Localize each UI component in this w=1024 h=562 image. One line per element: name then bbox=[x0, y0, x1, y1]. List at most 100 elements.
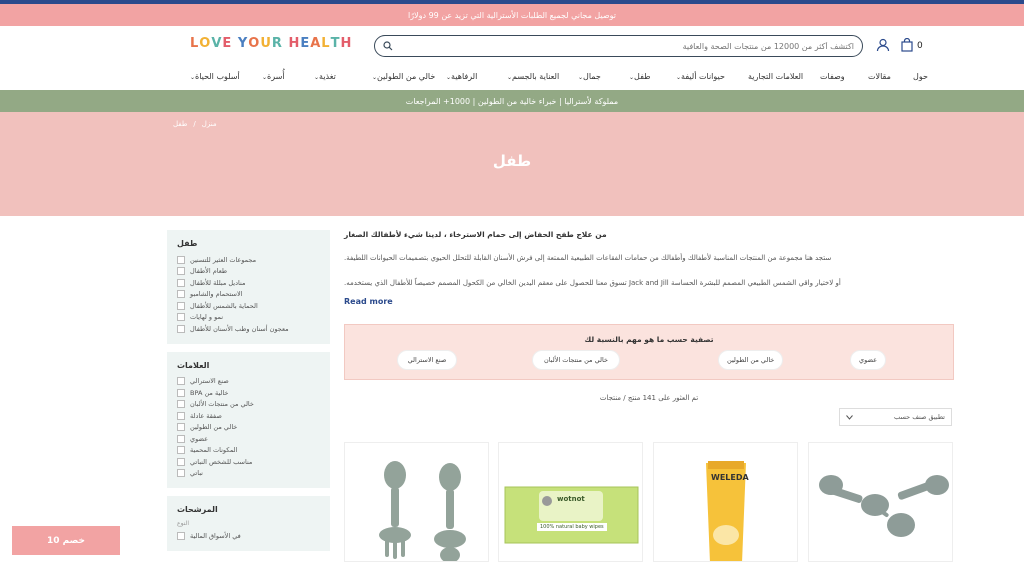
filter-option[interactable]: BPA خالية من bbox=[177, 387, 320, 399]
search-bar[interactable] bbox=[374, 35, 863, 57]
nav-item-label: أسلوب الحياة bbox=[195, 72, 240, 81]
filter-option[interactable]: الاستحمام والشامبو bbox=[177, 289, 320, 301]
filter-option[interactable]: معجون أسنان وطب الأسنان للأطفال bbox=[177, 323, 320, 335]
categories-list: مجموعات العثير للتسنين طعام الأطفال مناديل… bbox=[177, 254, 320, 335]
filter-chip[interactable]: عضوي bbox=[850, 350, 886, 370]
nav-item-label: تغذية bbox=[319, 72, 336, 81]
checkbox[interactable] bbox=[177, 301, 185, 310]
checkbox[interactable] bbox=[177, 469, 185, 478]
filter-option-label: صنع الاسترالي bbox=[190, 377, 229, 386]
filter-option[interactable]: الحماية بالشمس للأطفال bbox=[177, 300, 320, 312]
nav-item[interactable]: ⌄حيوانات أليفة bbox=[676, 72, 725, 81]
filter-option[interactable]: مناسب للشخص النباتي bbox=[177, 456, 320, 468]
nav-item[interactable]: ⌄العناية بالجسم bbox=[507, 72, 559, 81]
checkbox[interactable] bbox=[177, 324, 185, 333]
sort-select[interactable]: تطبيق صنف حسب bbox=[839, 408, 952, 426]
checkbox[interactable] bbox=[177, 278, 185, 287]
filter-option[interactable]: صفقة عادلة bbox=[177, 410, 320, 422]
user-icon[interactable] bbox=[876, 38, 890, 52]
filter-option[interactable]: نمو و لهايات bbox=[177, 312, 320, 324]
checkbox[interactable] bbox=[177, 423, 185, 432]
nav-item[interactable]: مقالات bbox=[868, 72, 891, 81]
checkbox[interactable] bbox=[177, 400, 185, 409]
nav-item[interactable]: ⌄خالي من الطولين bbox=[372, 72, 435, 81]
filter-option-label: طعام الأطفال bbox=[190, 267, 228, 276]
product-card[interactable] bbox=[344, 442, 489, 562]
category-content: من علاج طفح الحفاض إلى حمام الاسترخاء ، … bbox=[344, 226, 954, 426]
checkbox[interactable] bbox=[177, 411, 185, 420]
nav-item-label: حيوانات أليفة bbox=[681, 72, 725, 81]
product-card[interactable] bbox=[808, 442, 953, 562]
breadcrumb-home[interactable]: منزل bbox=[202, 120, 217, 128]
filter-option[interactable]: مجموعات العثير للتسنين bbox=[177, 254, 320, 266]
search-input[interactable] bbox=[393, 41, 854, 51]
filter-chip[interactable]: خالي من الطولين bbox=[718, 350, 784, 370]
intro-paragraph-1: ستجد هنا مجموعة من المنتجات المناسبة لأط… bbox=[344, 254, 832, 262]
logo-letter: A bbox=[310, 36, 322, 51]
filter-option[interactable]: مناديل مبللة للأطفال bbox=[177, 277, 320, 289]
filters-title: المرشحات bbox=[177, 505, 218, 514]
nav-item-label: وصفات bbox=[820, 72, 845, 81]
filter-option-label: نباتي bbox=[190, 469, 203, 478]
brands-panel: العلامات صنع الاسترالي BPA خالية من خالي م… bbox=[167, 351, 330, 488]
filter-option[interactable]: خالي من منتجات الألبان bbox=[177, 399, 320, 411]
filter-option[interactable]: المكونات المحمية bbox=[177, 445, 320, 457]
site-logo[interactable]: LOVE YOUR HEALTH bbox=[190, 36, 352, 51]
filter-option-label: الاستحمام والشامبو bbox=[190, 290, 243, 299]
nav-item-label: جمال bbox=[583, 72, 601, 81]
breadcrumb: طفل / منزل bbox=[173, 120, 217, 128]
nav-item[interactable]: حول bbox=[913, 72, 928, 81]
filter-option[interactable]: في الأسواق المالية bbox=[177, 530, 320, 542]
checkbox[interactable] bbox=[177, 267, 185, 276]
nav-item[interactable]: ⌄طفل bbox=[629, 72, 651, 81]
product-card[interactable]: WELEDA bbox=[653, 442, 798, 562]
filter-option[interactable]: عضوي bbox=[177, 433, 320, 445]
nav-item[interactable]: ⌄الرفاهية bbox=[446, 72, 477, 81]
logo-letter: T bbox=[330, 36, 341, 51]
checkbox[interactable] bbox=[177, 255, 185, 264]
filter-option-label: BPA خالية من bbox=[190, 388, 229, 397]
discount-badge[interactable]: خصم 10 bbox=[12, 526, 120, 555]
logo-letter: Y bbox=[237, 36, 249, 51]
checkbox[interactable] bbox=[177, 457, 185, 466]
brands-list: صنع الاسترالي BPA خالية من خالي من منتجات … bbox=[177, 376, 320, 480]
product-image bbox=[819, 475, 949, 537]
logo-letter: E bbox=[300, 36, 311, 51]
checkbox[interactable] bbox=[177, 377, 185, 386]
checkbox[interactable] bbox=[177, 388, 185, 397]
categories-panel: طفل مجموعات العثير للتسنين طعام الأطفال من… bbox=[167, 230, 330, 344]
checkbox[interactable] bbox=[177, 290, 185, 299]
nav-item[interactable]: العلامات التجارية bbox=[748, 72, 803, 81]
nav-item[interactable]: وصفات bbox=[820, 72, 845, 81]
cart-icon[interactable] bbox=[901, 38, 913, 52]
page-title: طفل bbox=[492, 152, 532, 170]
nav-item[interactable]: ⌄جمال bbox=[578, 72, 601, 81]
search-icon[interactable] bbox=[383, 41, 393, 51]
read-more-link[interactable]: Read more bbox=[344, 297, 954, 306]
filter-chip[interactable]: صنع الاسترالي bbox=[397, 350, 457, 370]
checkbox[interactable] bbox=[177, 531, 185, 540]
checkbox[interactable] bbox=[177, 446, 185, 455]
quick-filter-box: تصفية حسب ما هو مهم بالنسبة لك عضوي خالي … bbox=[344, 324, 954, 380]
nav-item[interactable]: ⌄تغذية bbox=[314, 72, 336, 81]
nav-item[interactable]: ⌄أُسرة bbox=[262, 72, 285, 81]
product-tagline: 100% natural baby wipes bbox=[537, 523, 607, 531]
filter-option[interactable]: خالي من الطولين bbox=[177, 422, 320, 434]
product-card[interactable]: wotnot 100% natural baby wipes bbox=[498, 442, 643, 562]
filter-option[interactable]: صنع الاسترالي bbox=[177, 376, 320, 388]
filter-option[interactable]: طعام الأطفال bbox=[177, 266, 320, 278]
checkbox[interactable] bbox=[177, 313, 185, 322]
filter-option-label: الحماية بالشمس للأطفال bbox=[190, 301, 258, 310]
logo-letter: L bbox=[190, 36, 200, 51]
filter-option-label: مجموعات العثير للتسنين bbox=[190, 255, 257, 264]
nav-item[interactable]: ⌄أسلوب الحياة bbox=[190, 72, 240, 81]
logo-letter: V bbox=[211, 36, 223, 51]
logo-letter: L bbox=[321, 36, 331, 51]
filters-panel: المرشحات النوع في الأسواق المالية bbox=[167, 496, 330, 551]
filter-option-label: خالي من منتجات الألبان bbox=[190, 400, 254, 409]
filter-option[interactable]: نباتي bbox=[177, 468, 320, 480]
nav-item-label: طفل bbox=[634, 72, 651, 81]
breadcrumb-current: طفل bbox=[173, 120, 188, 128]
filter-chip[interactable]: خالي من منتجات الألبان bbox=[532, 350, 620, 370]
checkbox[interactable] bbox=[177, 434, 185, 443]
